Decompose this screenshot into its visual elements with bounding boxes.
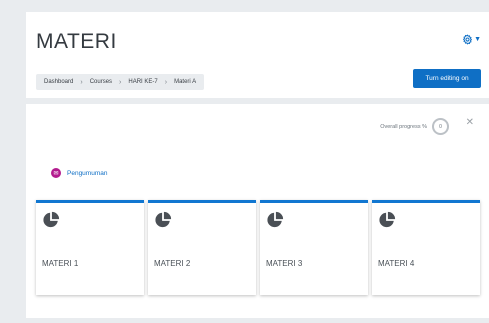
page-header: MATERI ▼ Dashboard › Courses › HARI KE-7… xyxy=(26,12,489,98)
gear-icon xyxy=(463,34,473,45)
close-icon[interactable]: ✕ xyxy=(466,117,474,128)
breadcrumb-dashboard[interactable]: Dashboard xyxy=(44,79,73,85)
breadcrumb: Dashboard › Courses › HARI KE-7 › Materi… xyxy=(36,74,205,90)
section-tile-1[interactable]: MATERI 1 xyxy=(36,200,144,295)
section-tile-4[interactable]: MATERI 4 xyxy=(372,200,480,295)
section-tile-label: MATERI 2 xyxy=(154,259,191,268)
announcement-activity[interactable]: ✉ Pengumuman xyxy=(51,168,107,178)
course-content: Overall progress % 0 ✕ ✉ Pengumuman MATE… xyxy=(26,104,489,318)
section-tiles: MATERI 1 MATERI 2 MATERI 3 MATERI 4 xyxy=(36,200,480,295)
overall-progress: Overall progress % 0 xyxy=(380,118,449,135)
breadcrumb-separator: › xyxy=(80,78,83,86)
breadcrumb-course[interactable]: HARI KE-7 xyxy=(128,79,157,85)
breadcrumb-courses[interactable]: Courses xyxy=(90,79,112,85)
section-tile-2[interactable]: MATERI 2 xyxy=(148,200,256,295)
breadcrumb-separator: › xyxy=(119,78,122,86)
progress-value: 0 xyxy=(439,123,442,130)
pie-chart-icon xyxy=(43,211,60,228)
pie-chart-icon xyxy=(379,211,396,228)
section-tile-label: MATERI 3 xyxy=(266,259,303,268)
breadcrumb-separator: › xyxy=(164,78,168,86)
breadcrumb-section[interactable]: Materi A xyxy=(174,79,196,85)
section-tile-label: MATERI 4 xyxy=(378,259,415,268)
settings-menu[interactable]: ▼ xyxy=(462,34,481,45)
announcement-link[interactable]: Pengumuman xyxy=(67,170,107,177)
section-tile-label: MATERI 1 xyxy=(42,259,79,268)
pie-chart-icon xyxy=(155,211,172,228)
page-title: MATERI xyxy=(36,30,117,53)
pie-chart-icon xyxy=(267,211,284,228)
chevron-down-icon: ▼ xyxy=(474,36,481,43)
turn-editing-on-button[interactable]: Turn editing on xyxy=(413,69,481,88)
progress-label: Overall progress % xyxy=(380,123,427,130)
progress-ring-icon: 0 xyxy=(432,118,449,135)
section-tile-3[interactable]: MATERI 3 xyxy=(260,200,368,295)
forum-icon: ✉ xyxy=(51,168,61,178)
